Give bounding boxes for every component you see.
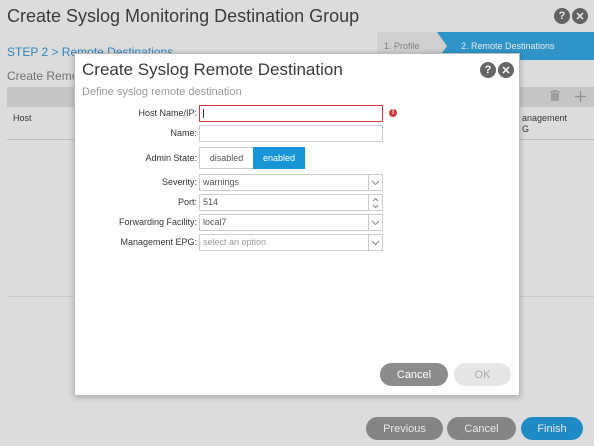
port-value: 514 (203, 197, 219, 207)
forwarding-facility-row: Forwarding Facility: local7 (75, 214, 521, 232)
create-remote-destination-dialog: Create Syslog Remote Destination ? Defin… (74, 53, 520, 396)
host-row: Host Name/IP: ! (75, 105, 521, 123)
forwarding-facility-value: local7 (203, 217, 227, 227)
help-icon[interactable]: ? (480, 62, 496, 78)
management-epg-row: Management EPG: select an option (75, 234, 521, 252)
name-row: Name: (75, 125, 521, 143)
host-label: Host Name/IP: (138, 108, 197, 118)
chevron-down-icon[interactable] (368, 215, 382, 230)
dialog-ok-button[interactable]: OK (454, 363, 511, 386)
text-cursor (203, 109, 204, 118)
management-epg-label: Management EPG: (120, 237, 197, 247)
admin-state-row: Admin State: disabled enabled (75, 147, 521, 169)
name-label: Name: (170, 128, 197, 138)
dialog-title: Create Syslog Remote Destination (82, 60, 343, 79)
port-label: Port: (177, 197, 197, 207)
port-stepper[interactable]: 514 (199, 194, 383, 211)
name-input[interactable] (199, 125, 383, 142)
error-icon: ! (389, 109, 397, 117)
severity-value: warnings (203, 177, 240, 187)
dialog-subtitle: Define syslog remote destination (82, 86, 242, 98)
host-input[interactable] (199, 105, 383, 122)
management-epg-select[interactable]: select an option (199, 234, 383, 251)
severity-select[interactable]: warnings (199, 174, 383, 191)
forwarding-facility-label: Forwarding Facility: (118, 217, 197, 227)
management-epg-placeholder: select an option (203, 237, 267, 247)
admin-state-enabled-option[interactable]: enabled (253, 147, 305, 169)
severity-label: Severity: (161, 177, 197, 187)
admin-state-disabled-option[interactable]: disabled (199, 147, 253, 169)
admin-state-toggle: disabled enabled (199, 147, 305, 169)
admin-state-label: Admin State: (145, 153, 197, 163)
close-icon[interactable] (498, 62, 514, 78)
severity-row: Severity: warnings (75, 174, 521, 192)
dialog-cancel-button[interactable]: Cancel (380, 363, 448, 386)
chevron-down-icon[interactable] (368, 235, 382, 250)
port-row: Port: 514 (75, 194, 521, 212)
forwarding-facility-select[interactable]: local7 (199, 214, 383, 231)
chevron-down-icon[interactable] (368, 175, 382, 190)
spinner-icon[interactable] (368, 195, 382, 210)
